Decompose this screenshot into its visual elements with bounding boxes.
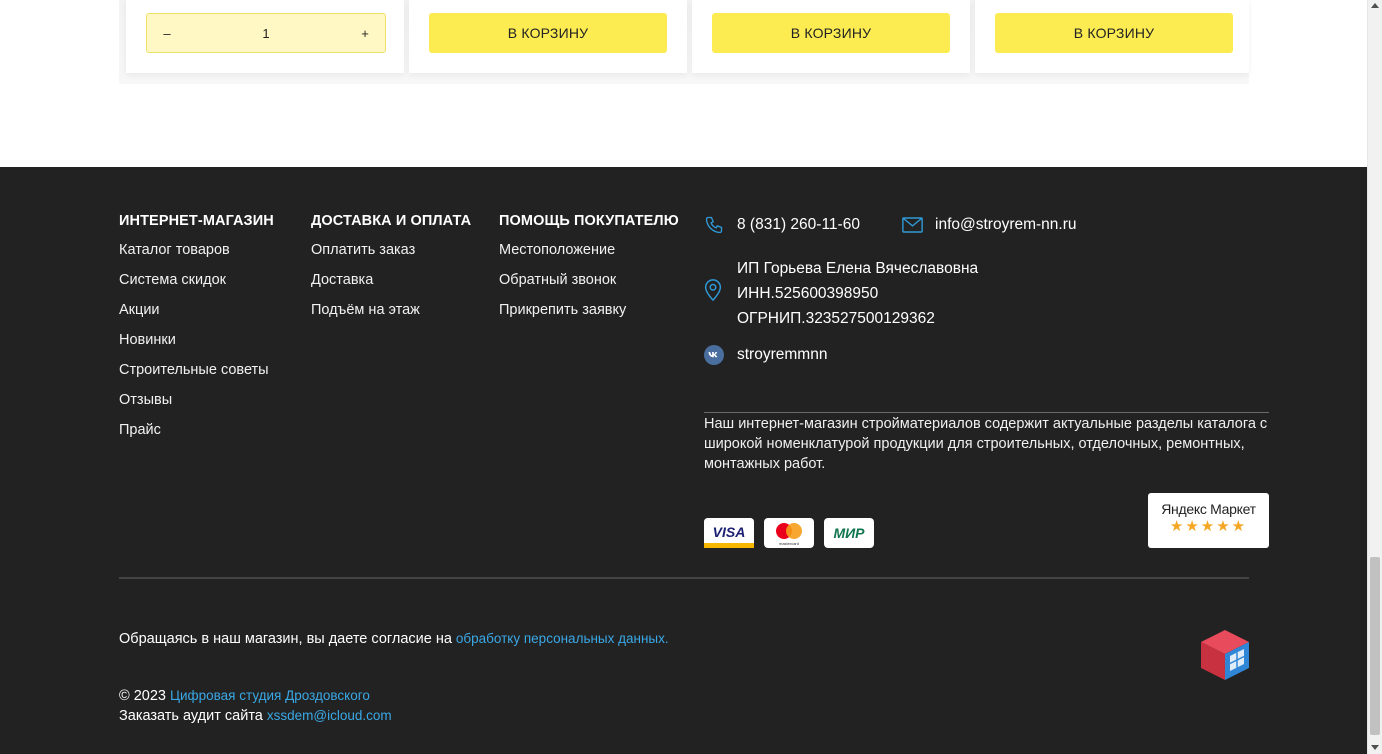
add-to-cart-button[interactable]: В КОРЗИНУ (995, 13, 1233, 53)
footer-link-discounts[interactable]: Система скидок (119, 272, 274, 302)
footer-column-shop: ИНТЕРНЕТ-МАГАЗИН Каталог товаров Система… (119, 213, 274, 452)
company-details: ИП Горьева Елена Вячеславовна ИНН.525600… (737, 256, 978, 331)
quantity-increase-button[interactable]: + (359, 26, 371, 41)
footer-link-price[interactable]: Прайс (119, 422, 274, 452)
product-strip: – 1 + В КОРЗИНУ В КОРЗИНУ В КОРЗИНУ (0, 0, 1367, 167)
visa-logo: VISA (704, 518, 754, 548)
quantity-stepper[interactable]: – 1 + (146, 13, 386, 53)
product-card: – 1 + (126, 0, 404, 73)
mail-icon (902, 217, 923, 238)
footer-column-heading: ДОСТАВКА И ОПЛАТА (311, 213, 472, 229)
add-to-cart-button[interactable]: В КОРЗИНУ (712, 13, 950, 53)
product-card: В КОРЗИНУ (692, 0, 970, 73)
svg-text:mastercard: mastercard (779, 541, 799, 546)
footer-link-catalog[interactable]: Каталог товаров (119, 242, 274, 272)
yandex-market-title: Яндекс Маркет (1161, 501, 1256, 517)
yandex-market-rating-badge[interactable]: Яндекс Маркет ★★★★★ (1148, 493, 1269, 548)
vk-icon[interactable] (704, 345, 724, 370)
footer-column-help: ПОМОЩЬ ПОКУПАТЕЛЮ Местоположение Обратны… (499, 213, 679, 332)
footer-link-floor-lift[interactable]: Подъём на этаж (311, 302, 471, 332)
email-link[interactable]: info@stroyrem-nn.ru (935, 216, 1077, 234)
copyright-text: © 2023 (119, 688, 170, 704)
product-card: В КОРЗИНУ (975, 0, 1249, 73)
location-pin-icon (704, 279, 722, 306)
footer-divider (119, 577, 1249, 579)
copyright-block: © 2023 Цифровая студия Дроздовского Зака… (119, 686, 392, 726)
studio-link[interactable]: Цифровая студия Дроздовского (170, 688, 370, 703)
vk-link[interactable]: stroyremmnn (737, 346, 827, 364)
footer-link-pay-order[interactable]: Оплатить заказ (311, 242, 471, 272)
phone-number[interactable]: 8 (831) 260-11-60 (737, 216, 860, 234)
store-description: Наш интернет-магазин стройматериалов сод… (704, 416, 1268, 472)
audit-email-link[interactable]: xssdem@icloud.com (267, 708, 392, 723)
quantity-decrease-button[interactable]: – (161, 26, 173, 41)
studio-cube-logo-icon[interactable] (1200, 629, 1250, 686)
footer-column-heading: ПОМОЩЬ ПОКУПАТЕЛЮ (499, 213, 679, 229)
footer-link-delivery[interactable]: Доставка (311, 272, 471, 302)
company-ogrnip: ОГРНИП.323527500129362 (737, 310, 935, 327)
add-to-cart-button[interactable]: В КОРЗИНУ (429, 13, 667, 53)
page-scrollbar[interactable] (1367, 0, 1382, 754)
site-footer: ИНТЕРНЕТ-МАГАЗИН Каталог товаров Система… (0, 167, 1367, 754)
svg-text:VISA: VISA (713, 524, 746, 540)
rating-stars-icon: ★★★★★ (1169, 518, 1248, 535)
company-name: ИП Горьева Елена Вячеславовна (737, 260, 979, 277)
mastercard-logo: mastercard (764, 518, 814, 548)
divider (704, 412, 1269, 413)
consent-text: Обращаясь в наш магазин, вы даете соглас… (119, 631, 456, 647)
footer-link-tips[interactable]: Строительные советы (119, 362, 274, 392)
footer-column-heading: ИНТЕРНЕТ-МАГАЗИН (119, 213, 274, 229)
privacy-policy-link[interactable]: обработку персональных данных. (456, 631, 669, 646)
scroll-down-arrow-icon[interactable] (1371, 745, 1379, 750)
footer-link-new[interactable]: Новинки (119, 332, 274, 362)
scroll-up-arrow-icon[interactable] (1371, 3, 1379, 8)
product-card: В КОРЗИНУ (409, 0, 687, 73)
phone-icon (704, 215, 724, 240)
footer-link-promotions[interactable]: Акции (119, 302, 274, 332)
footer-link-callback[interactable]: Обратный звонок (499, 272, 679, 302)
consent-notice: Обращаясь в наш магазин, вы даете соглас… (119, 631, 669, 647)
audit-text: Заказать аудит сайта (119, 708, 267, 724)
footer-link-attach-request[interactable]: Прикрепить заявку (499, 302, 679, 332)
scrollbar-thumb[interactable] (1370, 557, 1380, 735)
quantity-value[interactable]: 1 (262, 26, 269, 41)
svg-text:МИР: МИР (833, 525, 865, 541)
footer-column-delivery: ДОСТАВКА И ОПЛАТА Оплатить заказ Доставк… (311, 213, 471, 332)
mir-logo: МИР (824, 518, 874, 548)
company-inn: ИНН.525600398950 (737, 285, 879, 302)
footer-link-reviews[interactable]: Отзывы (119, 392, 274, 422)
footer-link-location[interactable]: Местоположение (499, 242, 679, 272)
